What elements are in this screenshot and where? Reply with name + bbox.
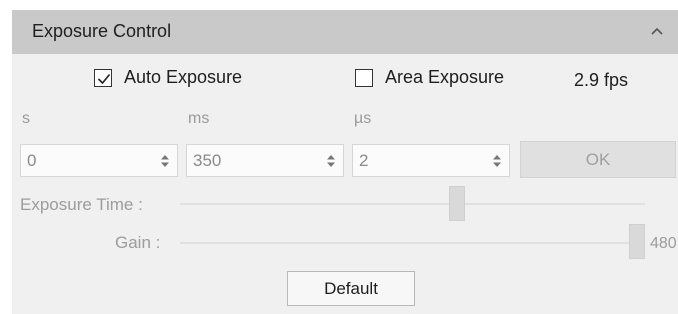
microseconds-value: 2 (359, 151, 369, 170)
gain-value: 480 (650, 235, 677, 252)
gain-slider-thumb[interactable] (629, 224, 645, 259)
spin-arrows-icon[interactable] (325, 153, 337, 169)
exposure-time-slider-thumb[interactable] (449, 186, 466, 221)
unit-label-ms: ms (188, 110, 210, 127)
fps-readout: 2.9 fps (574, 70, 629, 90)
chevron-up-icon[interactable] (646, 20, 668, 42)
seconds-spinbox[interactable]: 0 (20, 144, 178, 177)
milliseconds-value: 350 (193, 151, 222, 170)
area-exposure-label: Area Exposure (385, 67, 505, 87)
gain-track[interactable] (180, 242, 645, 244)
ok-button[interactable]: OK (520, 141, 676, 178)
panel-header[interactable]: Exposure Control (12, 10, 678, 54)
unit-label-s: s (22, 110, 30, 127)
default-button[interactable]: Default (287, 271, 415, 306)
panel-title: Exposure Control (32, 21, 172, 41)
exposure-time-track[interactable] (180, 203, 645, 205)
auto-exposure-label: Auto Exposure (124, 67, 243, 87)
auto-exposure-checkbox[interactable]: Auto Exposure (94, 67, 242, 88)
gain-label: Gain : (115, 233, 161, 252)
checkmark-icon (97, 73, 111, 84)
area-exposure-check-box[interactable] (355, 68, 373, 87)
microseconds-spinbox[interactable]: 2 (352, 144, 510, 177)
seconds-value: 0 (27, 151, 37, 170)
unit-label-us: µs (354, 110, 372, 127)
spin-arrows-icon[interactable] (159, 153, 171, 169)
spin-arrows-icon[interactable] (491, 153, 503, 169)
auto-exposure-check-box[interactable] (94, 68, 112, 87)
milliseconds-spinbox[interactable]: 350 (186, 144, 344, 177)
exposure-control-panel: Exposure Control Auto Exposure Area Expo… (12, 10, 678, 314)
exposure-time-label: Exposure Time : (20, 195, 143, 214)
area-exposure-checkbox[interactable]: Area Exposure (355, 67, 504, 88)
